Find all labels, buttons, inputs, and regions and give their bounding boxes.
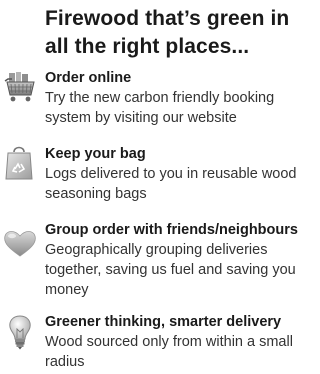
- feature-title: Keep your bag: [45, 146, 146, 162]
- feature-description: Try the new carbon friendly booking syst…: [45, 90, 275, 126]
- feature-title: Order online: [45, 70, 132, 86]
- feature-description: Wood sourced only from within a small ra…: [45, 334, 293, 370]
- heart-icon: [0, 226, 40, 266]
- feature-description: Logs delivered to you in reusable wood s…: [45, 166, 297, 202]
- feature-title: Greener thinking, smarter delivery: [45, 314, 282, 330]
- page-heading: Firewood that’s green in all the right p…: [45, 7, 290, 58]
- recycle-bag-icon: [0, 144, 40, 184]
- feature-title: Group order with friends/neighbours: [45, 222, 298, 238]
- light-bulb-icon: [0, 312, 40, 352]
- feature-description: Geographically grouping deliveries toget…: [45, 242, 296, 298]
- shopping-basket-icon: [0, 70, 40, 110]
